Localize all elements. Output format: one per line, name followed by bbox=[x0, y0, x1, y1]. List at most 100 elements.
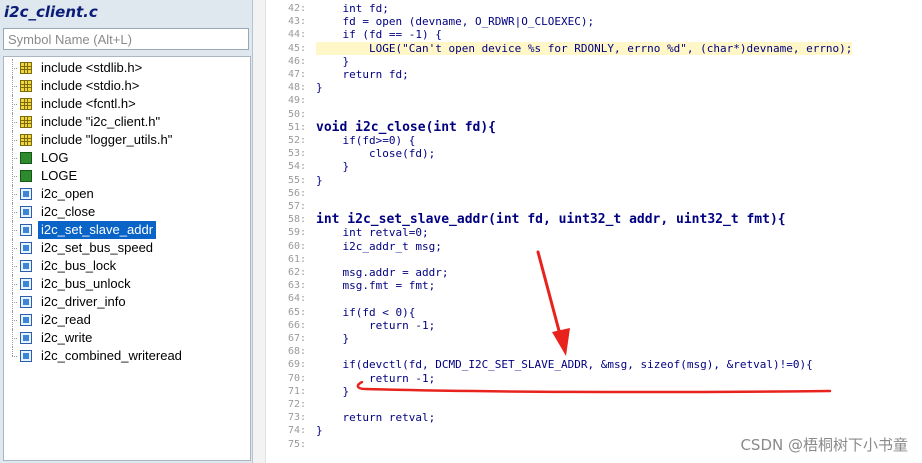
tree-guide-line bbox=[12, 302, 17, 303]
code-text: i2c_addr_t msg; bbox=[316, 239, 442, 253]
code-line[interactable]: 65: if(fd < 0){ bbox=[266, 306, 922, 319]
symbol-item[interactable]: include <fcntl.h> bbox=[12, 95, 251, 113]
symbol-item[interactable]: i2c_driver_info bbox=[12, 293, 251, 311]
panel-splitter[interactable] bbox=[253, 0, 266, 463]
code-line[interactable]: 46: } bbox=[266, 55, 922, 68]
line-number: 70: bbox=[287, 372, 306, 384]
watermark: CSDN @梧桐树下小书童 bbox=[740, 436, 908, 454]
function-icon bbox=[20, 188, 32, 200]
symbol-item[interactable]: include "logger_utils.h" bbox=[12, 131, 251, 149]
code-line[interactable]: 71: } bbox=[266, 385, 922, 398]
symbol-item[interactable]: i2c_combined_writeread bbox=[12, 347, 251, 365]
symbol-item[interactable]: i2c_set_bus_speed bbox=[12, 239, 251, 257]
symbol-item[interactable]: LOG bbox=[12, 149, 251, 167]
code-text: msg.fmt = fmt; bbox=[316, 279, 436, 293]
code-line[interactable]: 63: msg.fmt = fmt; bbox=[266, 279, 922, 292]
line-number: 51: bbox=[287, 121, 306, 133]
code-line[interactable]: 60: i2c_addr_t msg; bbox=[266, 240, 922, 253]
line-number: 68: bbox=[287, 346, 306, 358]
tree-guide-line bbox=[12, 104, 17, 105]
code-line[interactable]: 72: bbox=[266, 398, 922, 411]
line-number: 73: bbox=[287, 412, 306, 424]
symbol-item[interactable]: i2c_write bbox=[12, 329, 251, 347]
symbol-item[interactable]: i2c_bus_unlock bbox=[12, 275, 251, 293]
code-line[interactable]: 58: int i2c_set_slave_addr(int fd, uint32… bbox=[266, 213, 922, 226]
code-text: void i2c_close(int fd){ bbox=[316, 119, 497, 135]
symbol-item[interactable]: include "i2c_client.h" bbox=[12, 113, 251, 131]
code-text: fd = open (devname, O_RDWR|O_CLOEXEC); bbox=[316, 15, 595, 29]
symbol-item[interactable]: i2c_bus_lock bbox=[12, 257, 251, 275]
include-icon bbox=[20, 116, 32, 128]
code-line[interactable]: 47: return fd; bbox=[266, 68, 922, 81]
code-line[interactable]: 73: return retval; bbox=[266, 411, 922, 424]
code-line[interactable]: 57: bbox=[266, 200, 922, 213]
symbol-item[interactable]: i2c_open bbox=[12, 185, 251, 203]
code-line[interactable]: 50: bbox=[266, 108, 922, 121]
code-line[interactable]: 69: if(devctl(fd, DCMD_I2C_SET_SLAVE_ADD… bbox=[266, 358, 922, 371]
code-text: } bbox=[316, 160, 350, 174]
code-line[interactable]: 52: if(fd>=0) { bbox=[266, 134, 922, 147]
code-line[interactable]: 61: bbox=[266, 253, 922, 266]
tree-guide-line bbox=[12, 230, 17, 231]
code-line[interactable]: 53: close(fd); bbox=[266, 147, 922, 160]
symbol-item[interactable]: include <stdio.h> bbox=[12, 77, 251, 95]
tree-guide-line bbox=[12, 212, 17, 213]
code-editor[interactable]: 42: int fd; 43: fd = open (devname, O_RDW… bbox=[266, 0, 922, 463]
tree-guide-line bbox=[12, 284, 17, 285]
code-line[interactable]: 55:} bbox=[266, 174, 922, 187]
code-text: return -1; bbox=[316, 318, 436, 332]
code-line[interactable]: 51: void i2c_close(int fd){ bbox=[266, 121, 922, 134]
tree-guide-line bbox=[12, 86, 17, 87]
code-line[interactable]: 49: bbox=[266, 94, 922, 107]
code-line[interactable]: 48:} bbox=[266, 81, 922, 94]
line-number: 54: bbox=[287, 161, 306, 173]
symbol-item[interactable]: i2c_set_slave_addr bbox=[12, 221, 251, 239]
tree-guide-line bbox=[12, 194, 17, 195]
line-number: 60: bbox=[287, 240, 306, 252]
code-line[interactable]: 67: } bbox=[266, 332, 922, 345]
code-line[interactable]: 68: bbox=[266, 345, 922, 358]
symbol-item[interactable]: LOGE bbox=[12, 167, 251, 185]
symbol-label: i2c_combined_writeread bbox=[41, 348, 182, 363]
line-number: 74: bbox=[287, 425, 306, 437]
code-line[interactable]: 43: fd = open (devname, O_RDWR|O_CLOEXEC… bbox=[266, 15, 922, 28]
code-line[interactable]: 62: msg.addr = addr; bbox=[266, 266, 922, 279]
line-number: 72: bbox=[287, 399, 306, 410]
line-number: 43: bbox=[287, 16, 306, 28]
code-line[interactable]: 42: int fd; bbox=[266, 2, 922, 15]
symbol-label: i2c_read bbox=[41, 312, 91, 327]
code-line[interactable]: 44: if (fd == -1) { bbox=[266, 28, 922, 41]
code-line[interactable]: 59: int retval=0; bbox=[266, 226, 922, 239]
symbol-label: i2c_bus_lock bbox=[41, 258, 117, 273]
symbol-label: i2c_set_slave_addr bbox=[38, 221, 157, 239]
code-line[interactable]: 64: bbox=[266, 292, 922, 305]
symbol-search-input[interactable] bbox=[3, 28, 249, 50]
symbol-label: include <stdio.h> bbox=[41, 78, 140, 93]
tree-guide-line bbox=[12, 338, 17, 339]
symbol-item[interactable]: i2c_close bbox=[12, 203, 251, 221]
code-text: close(fd); bbox=[316, 147, 436, 161]
macro-icon bbox=[20, 152, 32, 164]
symbol-label: include "i2c_client.h" bbox=[41, 114, 161, 129]
line-number: 64: bbox=[287, 293, 306, 305]
line-number: 46: bbox=[287, 55, 306, 67]
code-line[interactable]: 70: return -1; bbox=[266, 372, 922, 385]
code-line[interactable]: 45: LOGE("Can't open device %s for RDONL… bbox=[266, 41, 922, 55]
symbol-item[interactable]: include <stdlib.h> bbox=[12, 59, 251, 77]
code-text: return -1; bbox=[316, 371, 436, 385]
symbol-label: include "logger_utils.h" bbox=[41, 132, 173, 147]
code-text: msg.addr = addr; bbox=[316, 266, 449, 279]
include-icon bbox=[20, 80, 32, 92]
tree-guide-line bbox=[12, 140, 17, 141]
line-number: 63: bbox=[287, 280, 306, 292]
code-line[interactable]: 56: bbox=[266, 187, 922, 200]
function-icon bbox=[20, 206, 32, 218]
code-line[interactable]: 54: } bbox=[266, 160, 922, 173]
code-line[interactable]: 66: return -1; bbox=[266, 319, 922, 332]
line-number: 65: bbox=[287, 306, 306, 318]
line-number: 55: bbox=[287, 174, 306, 186]
symbol-item[interactable]: i2c_read bbox=[12, 311, 251, 329]
function-icon bbox=[20, 224, 32, 236]
code-text: if(devctl(fd, DCMD_I2C_SET_SLAVE_ADDR, &… bbox=[316, 358, 813, 372]
include-icon bbox=[20, 98, 32, 110]
